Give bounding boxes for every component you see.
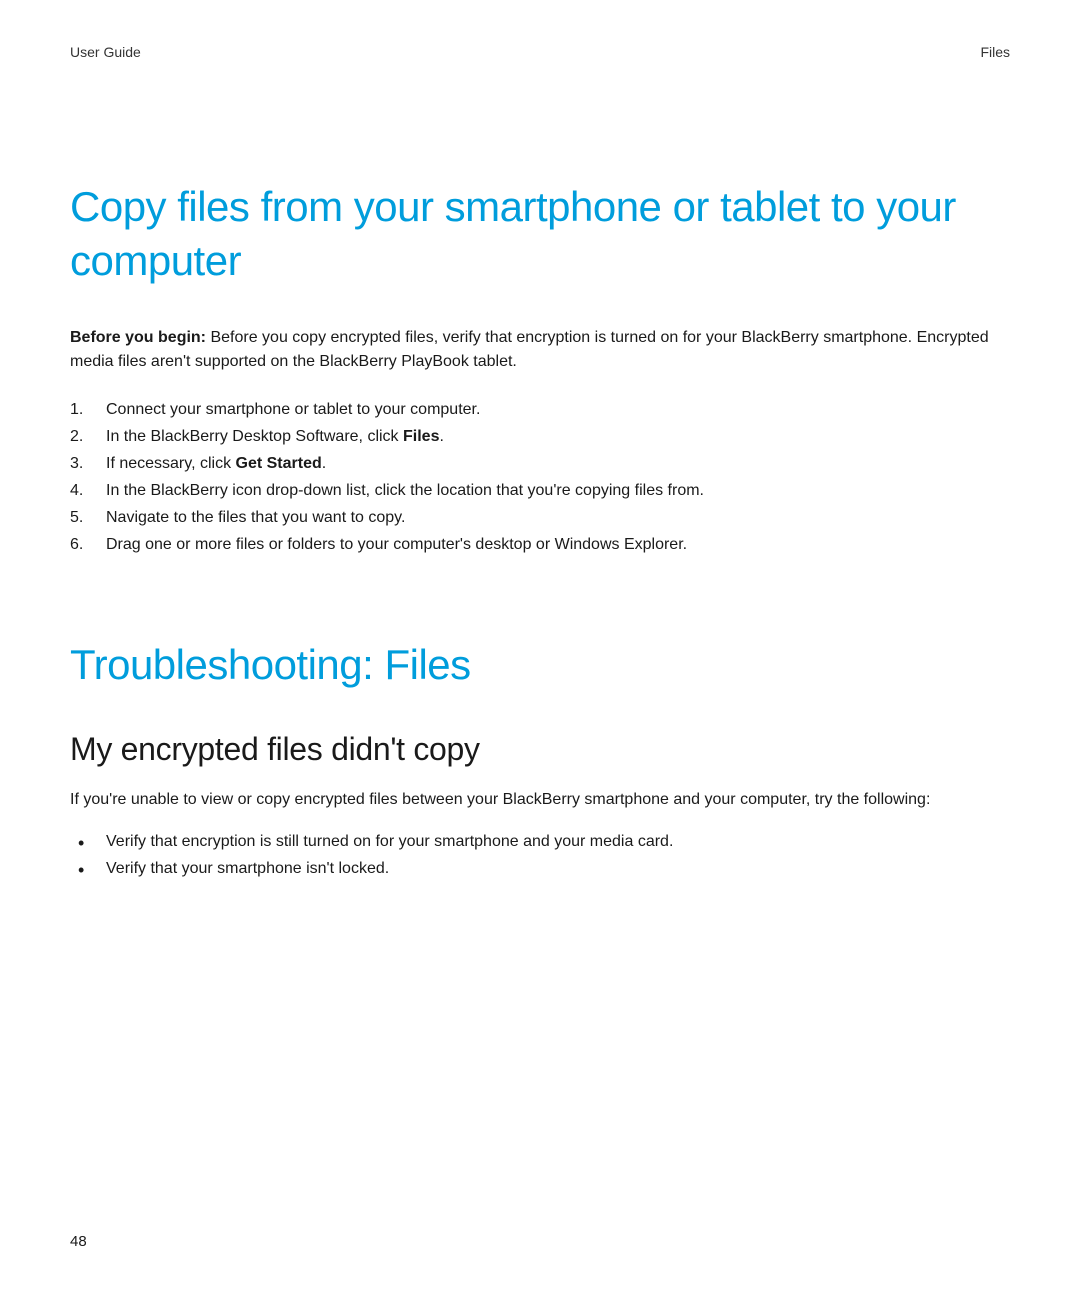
step-item: Connect your smartphone or tablet to you… (70, 396, 1010, 423)
step-item: In the BlackBerry Desktop Software, clic… (70, 423, 1010, 450)
troubleshooting-bullets: Verify that encryption is still turned o… (70, 828, 1010, 882)
step-text: In the BlackBerry icon drop-down list, c… (106, 482, 704, 499)
header-right: Files (980, 44, 1010, 60)
step-text: If necessary, click (106, 455, 236, 472)
step-item: Drag one or more files or folders to you… (70, 531, 1010, 558)
before-you-begin-paragraph: Before you begin: Before you copy encryp… (70, 326, 1010, 374)
subsection-title-encrypted: My encrypted files didn't copy (70, 731, 1010, 768)
bullet-item: Verify that encryption is still turned o… (70, 828, 1010, 855)
step-bold: Get Started (236, 455, 322, 472)
step-text: Connect your smartphone or tablet to you… (106, 401, 480, 418)
troubleshooting-paragraph: If you're unable to view or copy encrypt… (70, 788, 1010, 812)
bullet-text: Verify that your smartphone isn't locked… (106, 860, 389, 877)
header-left: User Guide (70, 44, 141, 60)
step-text: In the BlackBerry Desktop Software, clic… (106, 428, 403, 445)
section-title-troubleshooting: Troubleshooting: Files (70, 639, 1010, 692)
step-bold: Files (403, 428, 439, 445)
bullet-item: Verify that your smartphone isn't locked… (70, 855, 1010, 882)
steps-list: Connect your smartphone or tablet to you… (70, 396, 1010, 559)
step-text: Drag one or more files or folders to you… (106, 536, 687, 553)
bullet-text: Verify that encryption is still turned o… (106, 833, 673, 850)
step-text: . (322, 455, 326, 472)
step-text: Navigate to the files that you want to c… (106, 509, 405, 526)
step-item: If necessary, click Get Started. (70, 450, 1010, 477)
step-item: Navigate to the files that you want to c… (70, 504, 1010, 531)
page-header: User Guide Files (70, 44, 1010, 60)
step-text: . (439, 428, 443, 445)
page-number: 48 (70, 1233, 87, 1250)
step-item: In the BlackBerry icon drop-down list, c… (70, 477, 1010, 504)
section-title-copy-files: Copy files from your smartphone or table… (70, 180, 1010, 288)
before-you-begin-label: Before you begin: (70, 329, 210, 346)
